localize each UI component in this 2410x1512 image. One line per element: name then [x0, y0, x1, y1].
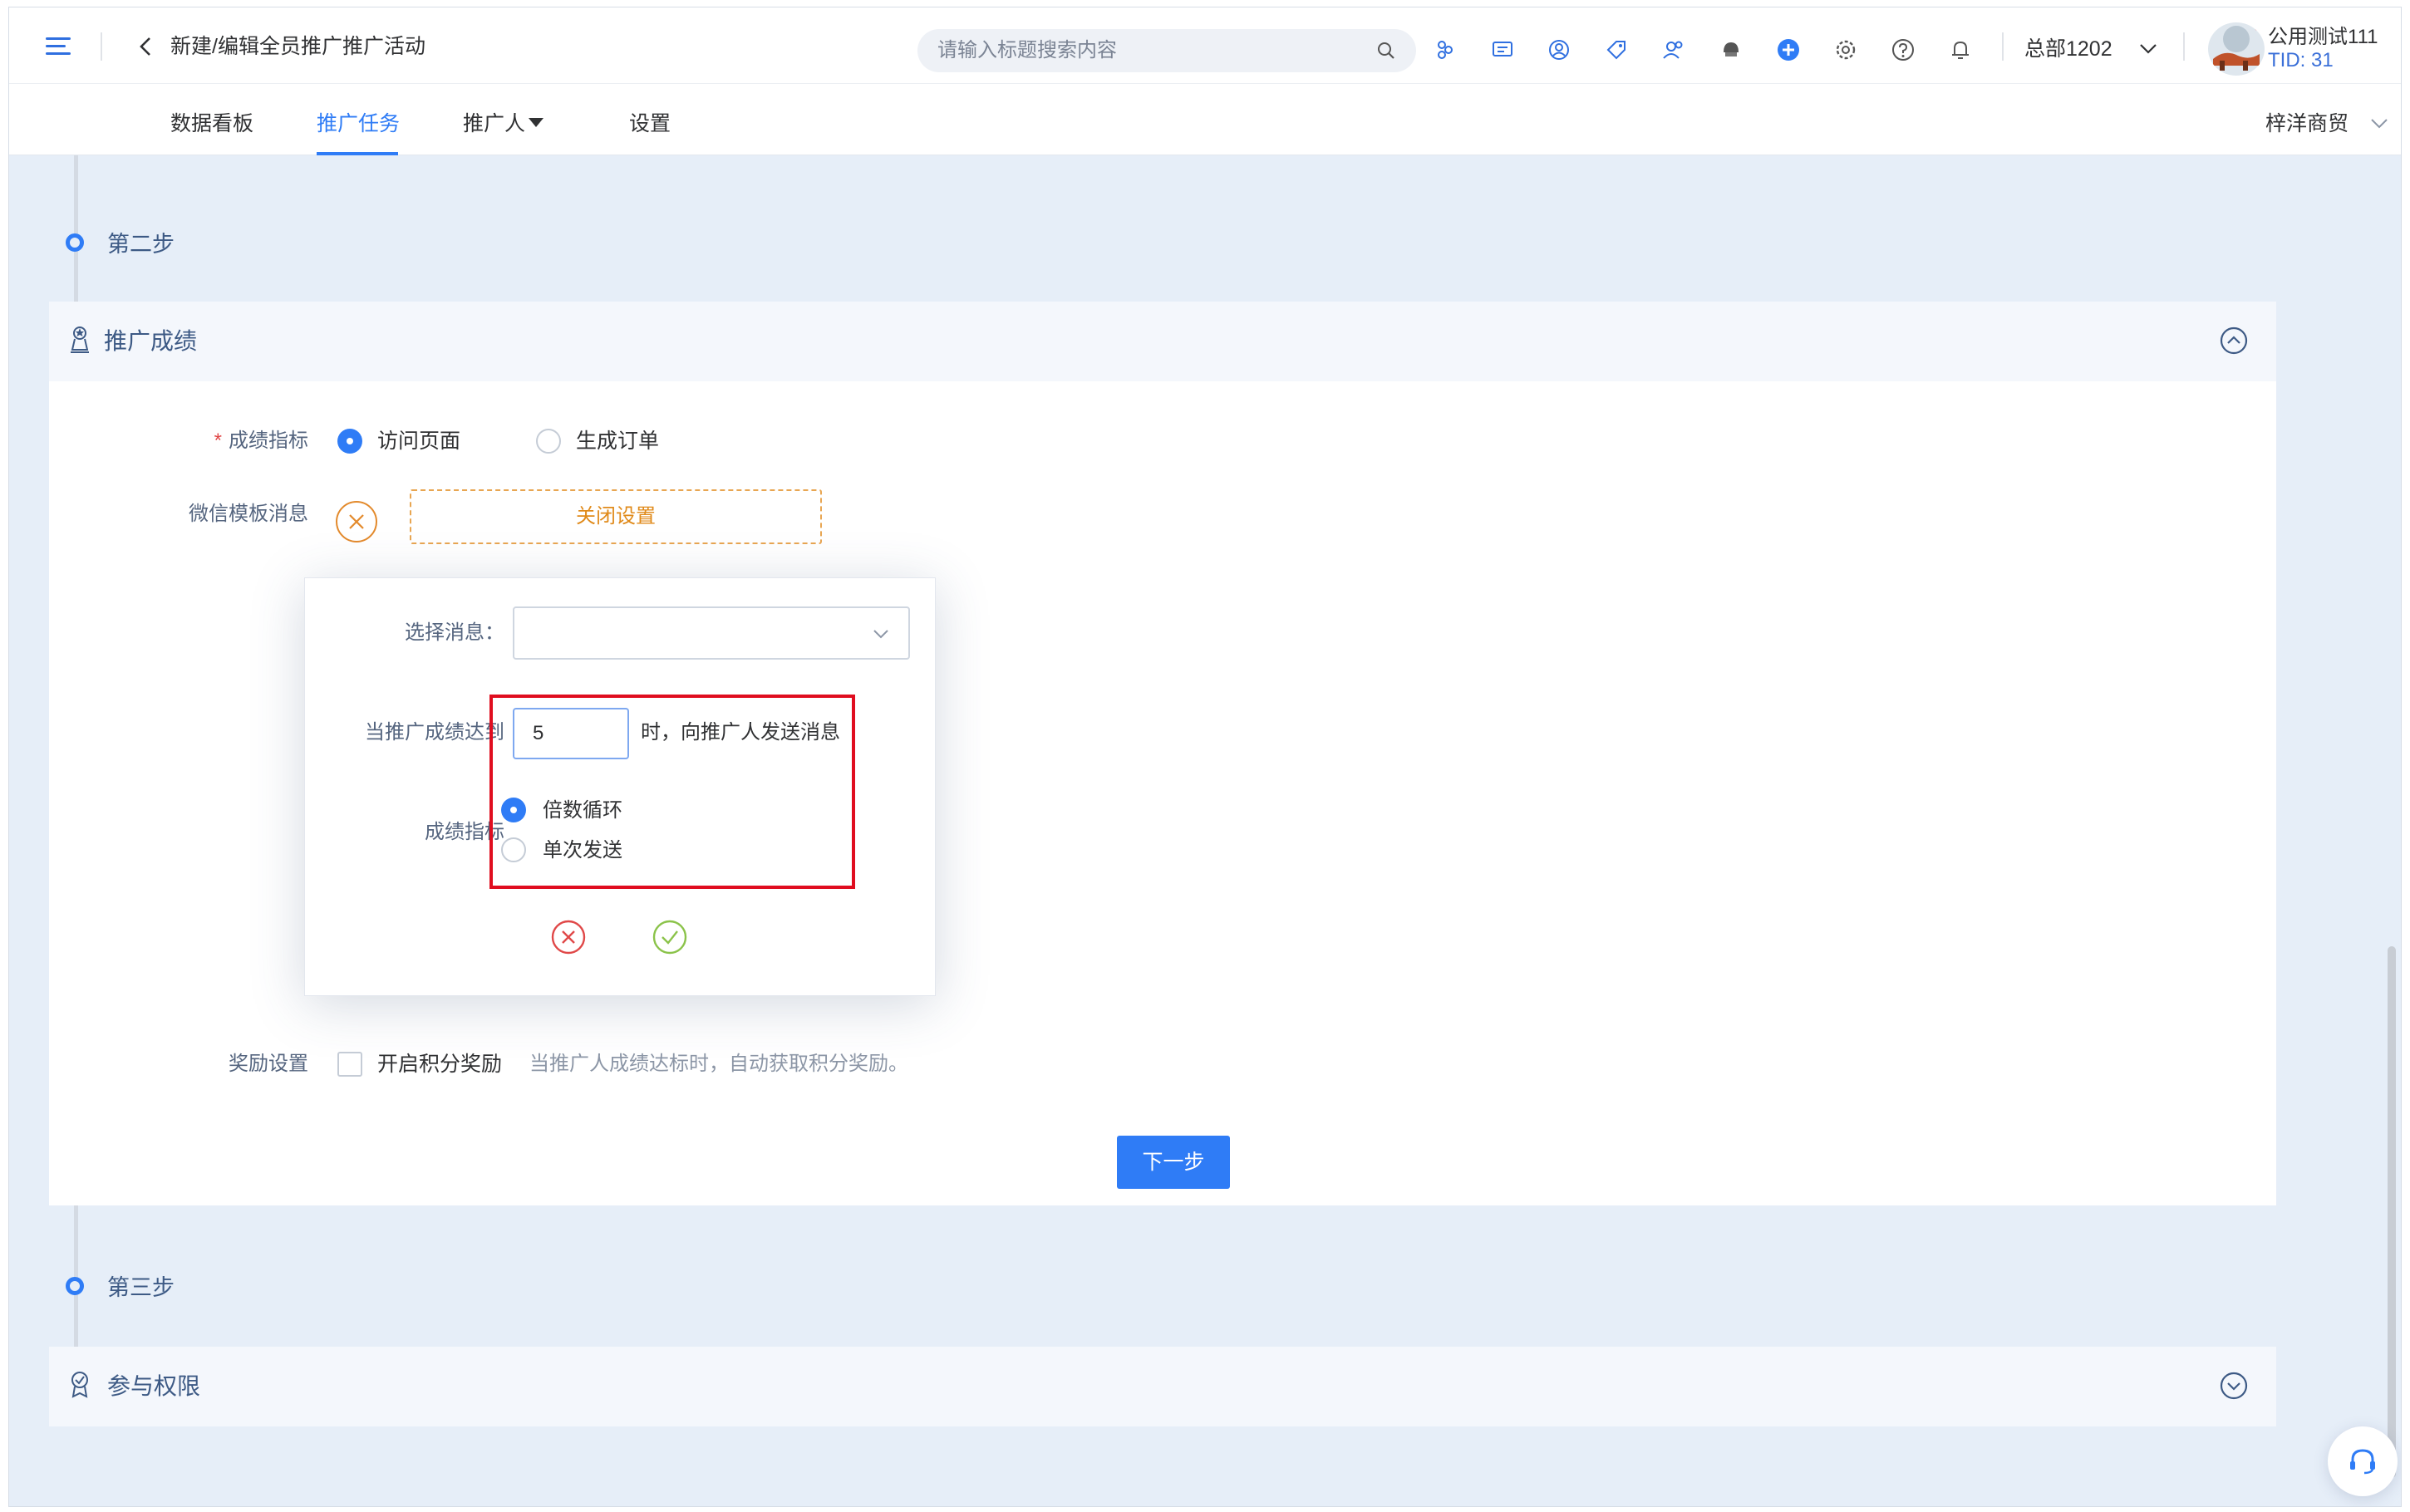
reward-checkbox-label[interactable]: 开启积分奖励 — [377, 1051, 502, 1078]
popover-arrow — [381, 561, 418, 579]
metric-label-text: 成绩指标 — [229, 430, 308, 452]
step-three-label: 第三步 — [107, 1275, 175, 1300]
tab-bar: 数据看板 推广任务 推广人 设置 梓洋商贸 — [9, 84, 2401, 155]
top-bar: 新建/编辑全员推广推广活动 总部1202 公用测试111 TID: 31 — [9, 7, 2401, 84]
add-icon[interactable] — [1776, 37, 1801, 62]
timeline-line — [74, 155, 78, 302]
account-icon[interactable] — [1547, 37, 1571, 62]
chevron-down-icon[interactable] — [2138, 41, 2158, 57]
tab-promoters[interactable]: 推广人 — [463, 110, 544, 137]
section-title: 参与权限 — [107, 1373, 201, 1399]
threshold-label: 当推广成绩达到 — [365, 721, 504, 744]
metric-label: * 成绩指标 — [175, 428, 308, 454]
send-mode-label: 成绩指标 — [425, 821, 504, 843]
chevron-up-circle-icon[interactable] — [2220, 326, 2248, 355]
close-setting-tooltip[interactable]: 关闭设置 — [410, 489, 822, 544]
scrollbar[interactable] — [2388, 946, 2396, 1478]
section-header-promo-score[interactable]: 推广成绩 — [49, 302, 2276, 381]
wechat-template-label: 微信模板消息 — [189, 503, 308, 525]
tab-settings[interactable]: 设置 — [629, 110, 671, 137]
headset-icon — [2350, 1449, 2375, 1475]
user-tid: TID: 31 — [2268, 49, 2334, 71]
select-message-label: 选择消息： — [405, 621, 504, 644]
users-icon[interactable] — [1661, 37, 1686, 62]
avatar[interactable] — [2208, 22, 2265, 76]
search-icon[interactable] — [1376, 41, 1396, 61]
app-window: 新建/编辑全员推广推广活动 总部1202 公用测试111 TID: 31 数据看… — [8, 7, 2402, 1507]
caret-down-icon — [529, 118, 544, 127]
trophy-icon — [71, 326, 89, 353]
message-settings-popover: 选择消息： 当推广成绩达到 时，向推广人发送消息 成绩指标 倍数循环 单次发送 — [304, 577, 936, 996]
chevron-down-icon[interactable] — [2369, 115, 2389, 132]
reward-hint: 当推广人成绩达标时，自动获取积分奖励。 — [529, 1053, 908, 1075]
highlight-annotation — [489, 695, 855, 889]
search-bar[interactable] — [917, 29, 1416, 72]
tab-dashboard[interactable]: 数据看板 — [170, 110, 253, 137]
page-title: 新建/编辑全员推广推广活动 — [170, 35, 425, 58]
customer-service-button[interactable] — [2328, 1426, 2398, 1496]
step-dot — [66, 233, 84, 252]
section-header-permissions[interactable]: 参与权限 — [49, 1347, 2276, 1426]
workflow-icon[interactable] — [1433, 37, 1458, 62]
metric-option-order[interactable]: 生成订单 — [576, 428, 659, 454]
divider — [2183, 32, 2185, 61]
reward-checkbox[interactable] — [337, 1052, 362, 1077]
gear-icon[interactable] — [1833, 37, 1858, 62]
user-name: 公用测试111 — [2268, 26, 2378, 48]
confirm-icon[interactable] — [652, 919, 688, 955]
tag-icon[interactable] — [1604, 37, 1629, 62]
active-tab-indicator — [317, 152, 398, 155]
store-selector[interactable]: 总部1202 — [2024, 36, 2112, 62]
tab-promoters-label: 推广人 — [463, 112, 526, 135]
metric-radio-order[interactable] — [536, 429, 561, 454]
metric-radio-visit[interactable] — [337, 429, 362, 454]
badge-icon — [71, 1372, 88, 1398]
reward-label: 奖励设置 — [229, 1053, 308, 1075]
help-icon[interactable] — [1891, 37, 1916, 62]
support-agent-icon[interactable] — [1719, 37, 1744, 62]
cancel-icon[interactable] — [550, 919, 587, 955]
message-icon[interactable] — [1490, 37, 1515, 62]
chevron-down-circle-icon[interactable] — [2220, 1372, 2248, 1400]
tab-promo-tasks[interactable]: 推广任务 — [317, 110, 400, 137]
search-input[interactable] — [937, 29, 1370, 72]
next-step-button[interactable]: 下一步 — [1117, 1136, 1230, 1189]
message-select[interactable] — [513, 606, 910, 660]
metric-option-visit[interactable]: 访问页面 — [377, 428, 460, 454]
bell-icon[interactable] — [1948, 37, 1973, 62]
close-circle-icon[interactable] — [336, 501, 377, 542]
back-arrow-icon[interactable] — [135, 36, 157, 57]
divider — [101, 32, 102, 61]
chevron-down-icon[interactable] — [872, 626, 890, 641]
step-two-label: 第二步 — [107, 232, 175, 257]
section-title: 推广成绩 — [104, 328, 198, 354]
step-dot — [66, 1277, 84, 1295]
divider — [2002, 32, 2004, 61]
merchant-selector[interactable]: 梓洋商贸 — [2265, 110, 2349, 137]
menu-icon[interactable] — [46, 37, 71, 56]
required-mark: * — [214, 430, 222, 452]
